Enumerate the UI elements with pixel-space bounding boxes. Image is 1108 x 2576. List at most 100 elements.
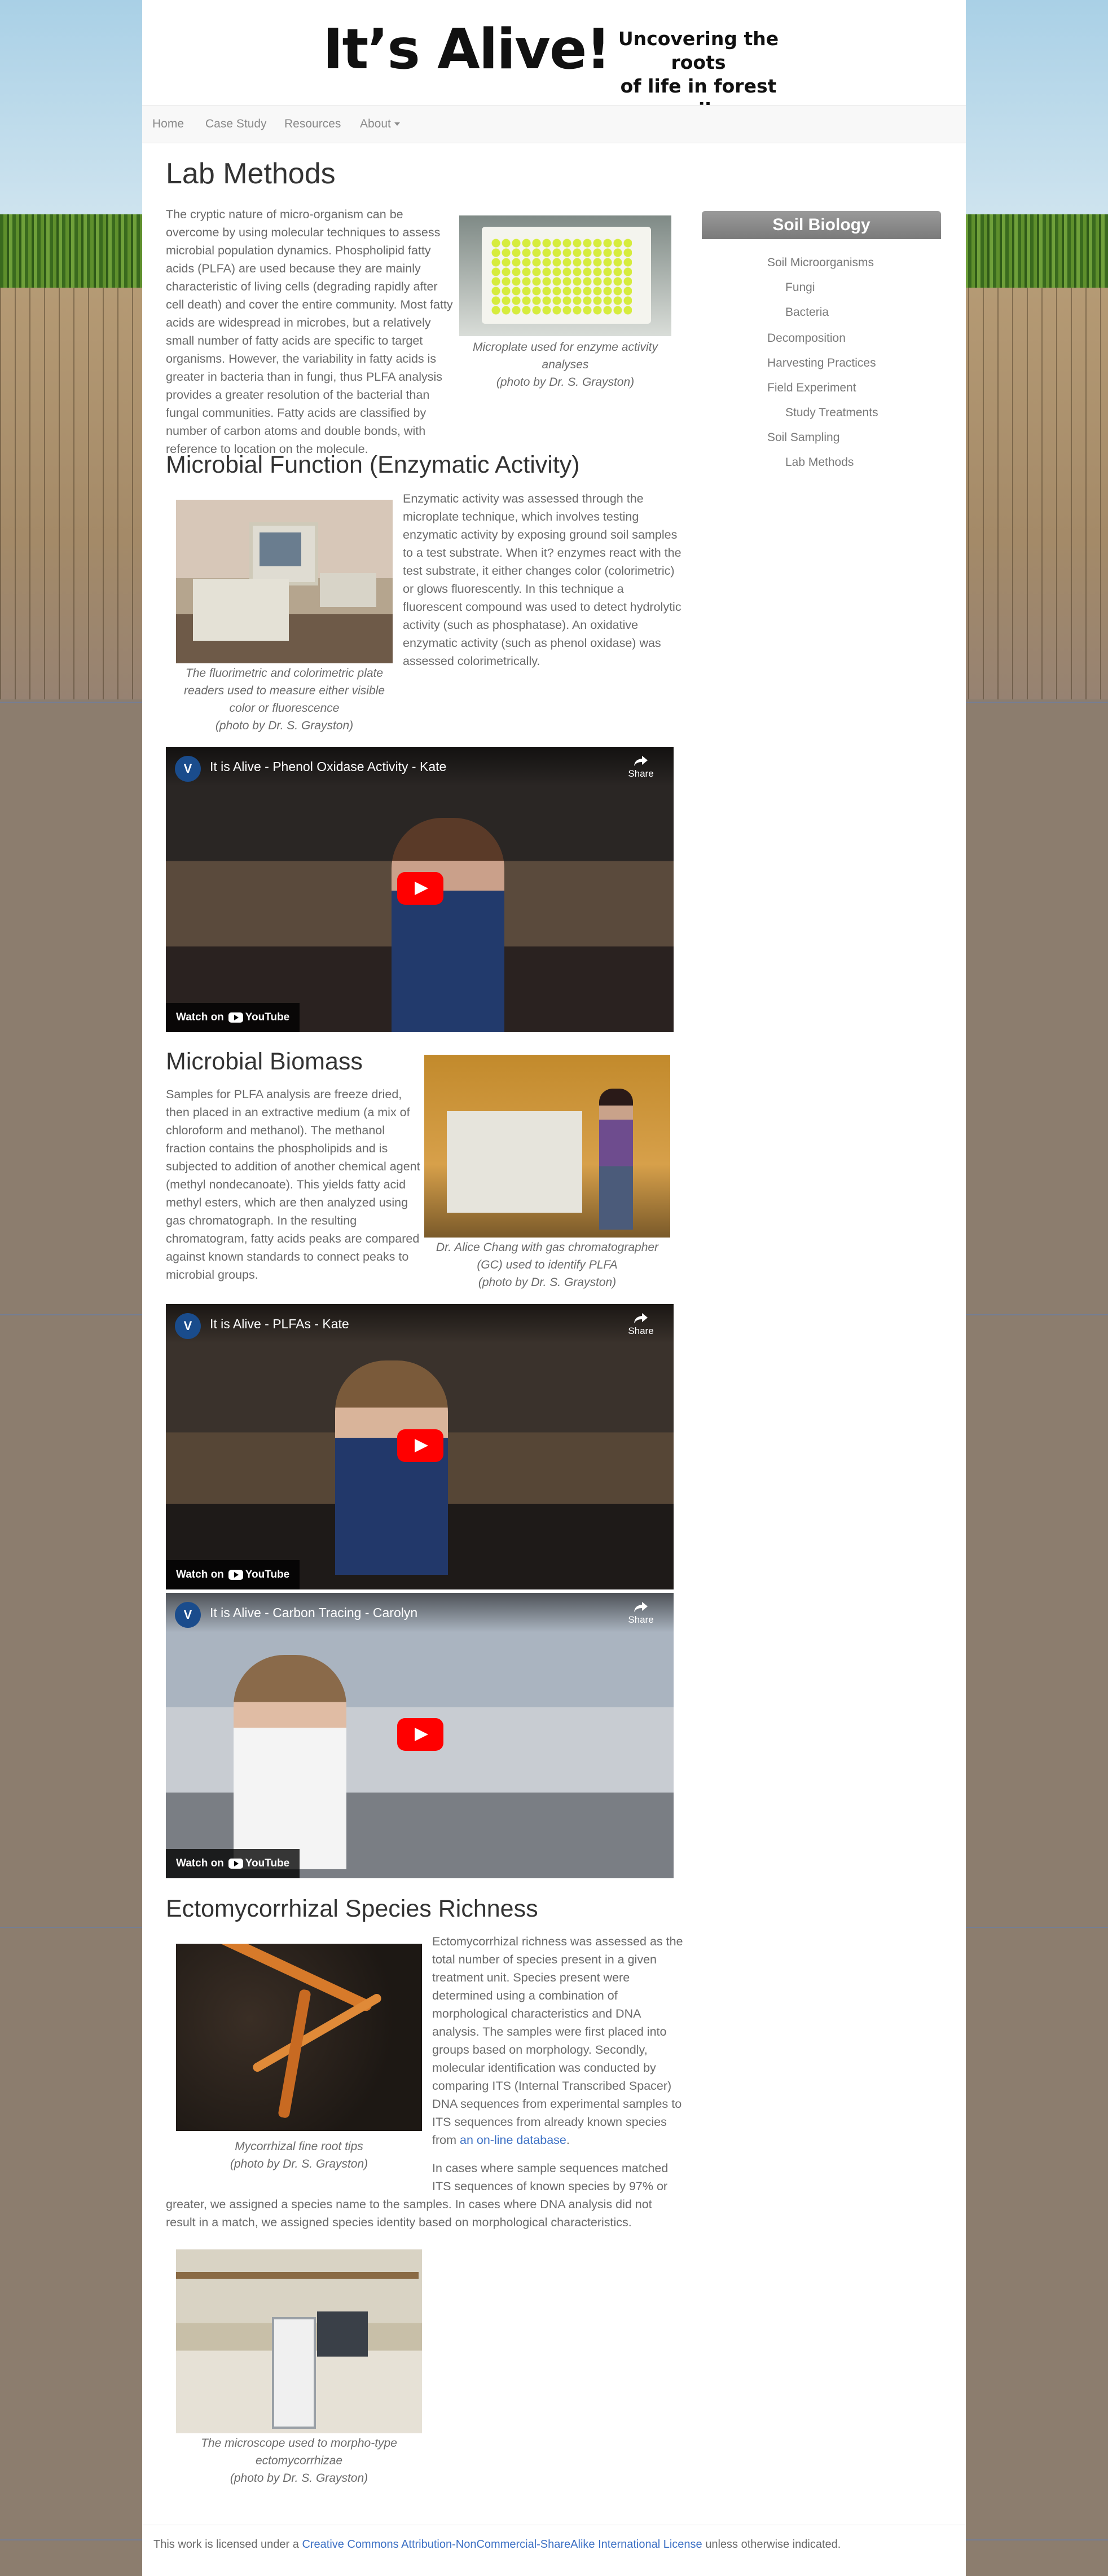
instrument-shape — [320, 573, 376, 607]
caption-line: (GC) used to identify PLFA — [477, 1258, 618, 1271]
channel-avatar[interactable]: V — [175, 1313, 201, 1339]
sidebar-item-field-experiment[interactable]: Field Experiment — [767, 381, 856, 395]
section-title-microbial-biomass: Microbial Biomass — [166, 1048, 363, 1075]
caret-down-icon — [394, 122, 400, 126]
root-shape — [251, 1992, 383, 2073]
youtube-icon — [228, 1569, 243, 1580]
play-button-icon[interactable] — [397, 1718, 443, 1751]
ecto-text-end: . — [566, 2133, 570, 2147]
root-shape — [215, 1944, 374, 2013]
site-logo[interactable]: It’s Alive! — [323, 16, 611, 83]
nav-resources[interactable]: Resources — [284, 105, 341, 143]
share-label: Share — [628, 768, 654, 779]
caption-line: ectomycorrhizae — [255, 2454, 343, 2467]
youtube-icon — [228, 1858, 243, 1869]
watch-on-youtube-button[interactable]: Watch on YouTube — [166, 1560, 300, 1589]
caption-line: (photo by Dr. S. Grayston) — [215, 719, 354, 732]
microscope-shape — [272, 2317, 316, 2429]
license-link[interactable]: Creative Commons Attribution-NonCommerci… — [302, 2538, 702, 2551]
monitor-shape — [249, 522, 318, 585]
watch-on-youtube-button[interactable]: Watch on YouTube — [166, 1849, 300, 1878]
footer-text: This work is licensed under a — [153, 2538, 302, 2551]
microscope-caption: The microscope used to morpho-type ectom… — [176, 2434, 422, 2487]
nav-home[interactable]: Home — [152, 105, 184, 143]
video-player-phenol-oxidase[interactable]: V It is Alive - Phenol Oxidase Activity … — [166, 747, 674, 1032]
microplate-wells — [491, 238, 632, 315]
tagline-line: Uncovering the roots — [618, 28, 779, 73]
footer-license: This work is licensed under a Creative C… — [153, 2538, 841, 2551]
youtube-logo: YouTube — [228, 1560, 289, 1589]
caption-line: analyses — [542, 358, 589, 371]
instrument-shape — [193, 579, 289, 641]
channel-avatar[interactable]: V — [175, 1602, 201, 1628]
video-player-plfas[interactable]: V It is Alive - PLFAs - Kate Share Watch… — [166, 1304, 674, 1589]
ecto-paragraph-2b: greater, we assigned a species name to t… — [166, 2198, 652, 2229]
share-button[interactable]: Share — [624, 1601, 658, 1626]
caption-line: (photo by Dr. S. Grayston) — [496, 376, 635, 389]
video-title[interactable]: It is Alive - Carbon Tracing - Carolyn — [210, 1605, 417, 1621]
sidebar-item-harvesting-practices[interactable]: Harvesting Practices — [767, 356, 876, 370]
watch-on-label: Watch on — [176, 1011, 224, 1023]
caption-line: (photo by Dr. S. Grayston) — [230, 2157, 368, 2170]
microbial-function-paragraph: Enzymatic activity was assessed through … — [403, 492, 681, 668]
video-title[interactable]: It is Alive - Phenol Oxidase Activity - … — [210, 759, 446, 774]
section-title-microbial-function: Microbial Function (Enzymatic Activity) — [166, 451, 580, 478]
share-button[interactable]: Share — [624, 755, 658, 780]
video-subject — [335, 1360, 448, 1575]
caption-line: The fluorimetric and colorimetric plate — [185, 667, 384, 680]
share-icon — [634, 1602, 648, 1612]
play-button-icon[interactable] — [397, 1429, 443, 1462]
share-label: Share — [628, 1614, 654, 1625]
video-title[interactable]: It is Alive - PLFAs - Kate — [210, 1316, 349, 1332]
ecto-paragraph-2a: In cases where sample sequences matched … — [432, 2161, 669, 2193]
monitor-shape — [317, 2311, 368, 2357]
section-title-ectomycorrhizal: Ectomycorrhizal Species Richness — [166, 1895, 538, 1922]
sidebar-item-soil-microorganisms[interactable]: Soil Microorganisms — [767, 256, 874, 270]
sidebar-item-bacteria[interactable]: Bacteria — [785, 306, 829, 319]
sidebar-item-fungi[interactable]: Fungi — [785, 281, 815, 294]
nav-about[interactable]: About — [360, 105, 400, 143]
channel-avatar[interactable]: V — [175, 756, 201, 782]
youtube-logo: YouTube — [228, 1849, 289, 1878]
microplate-photo — [459, 215, 671, 336]
sidebar-item-soil-sampling[interactable]: Soil Sampling — [767, 431, 839, 444]
screen-shape — [260, 532, 301, 566]
plate-reader-caption: The fluorimetric and colorimetric plate … — [176, 664, 393, 734]
shelf-shape — [176, 2272, 419, 2279]
youtube-label: YouTube — [245, 1569, 290, 1580]
play-button-icon[interactable] — [397, 872, 443, 905]
online-database-link[interactable]: an on-line database — [460, 2133, 566, 2147]
caption-line: Dr. Alice Chang with gas chromatographer — [436, 1241, 659, 1254]
youtube-label: YouTube — [245, 1857, 290, 1869]
caption-line: (photo by Dr. S. Grayston) — [230, 2472, 368, 2485]
video-player-carbon-tracing[interactable]: V It is Alive - Carbon Tracing - Carolyn… — [166, 1593, 674, 1878]
sidebar-item-study-treatments[interactable]: Study Treatments — [785, 406, 878, 420]
intro-paragraph: The cryptic nature of micro-organism can… — [166, 208, 453, 456]
share-icon — [634, 756, 648, 766]
navbar: Home Case Study Resources About — [142, 105, 966, 143]
caption-line: Microplate used for enzyme activity — [473, 341, 658, 354]
sidebar-item-decomposition[interactable]: Decomposition — [767, 332, 846, 345]
youtube-label: YouTube — [245, 1011, 290, 1023]
share-button[interactable]: Share — [624, 1312, 658, 1337]
plate-reader-photo — [176, 500, 393, 663]
root-tips-photo — [176, 1944, 422, 2131]
nav-case-study[interactable]: Case Study — [205, 105, 267, 143]
instrument-shape — [447, 1111, 582, 1213]
ecto-paragraph: Ectomycorrhizal richness was assessed as… — [432, 1932, 686, 2149]
sidebar-item-lab-methods[interactable]: Lab Methods — [785, 456, 854, 469]
watch-on-label: Watch on — [176, 1569, 224, 1580]
nav-about-label: About — [360, 117, 391, 130]
youtube-logo: YouTube — [228, 1003, 289, 1032]
page-container: It’s Alive! Uncovering the roots of life… — [142, 0, 966, 2576]
root-tips-caption: Mycorrhizal fine root tips (photo by Dr.… — [176, 2138, 422, 2173]
caption-line: readers used to measure either visible — [183, 684, 385, 697]
microscope-photo — [176, 2249, 422, 2433]
page-title: Lab Methods — [166, 157, 336, 190]
gas-chromatograph-caption: Dr. Alice Chang with gas chromatographer… — [413, 1239, 681, 1291]
ecto-text: Ectomycorrhizal richness was assessed as… — [432, 1935, 683, 2147]
caption-line: Mycorrhizal fine root tips — [235, 2140, 363, 2153]
caption-line: The microscope used to morpho-type — [201, 2437, 397, 2450]
watch-on-youtube-button[interactable]: Watch on YouTube — [166, 1003, 300, 1032]
caption-line: (photo by Dr. S. Grayston) — [478, 1276, 617, 1289]
